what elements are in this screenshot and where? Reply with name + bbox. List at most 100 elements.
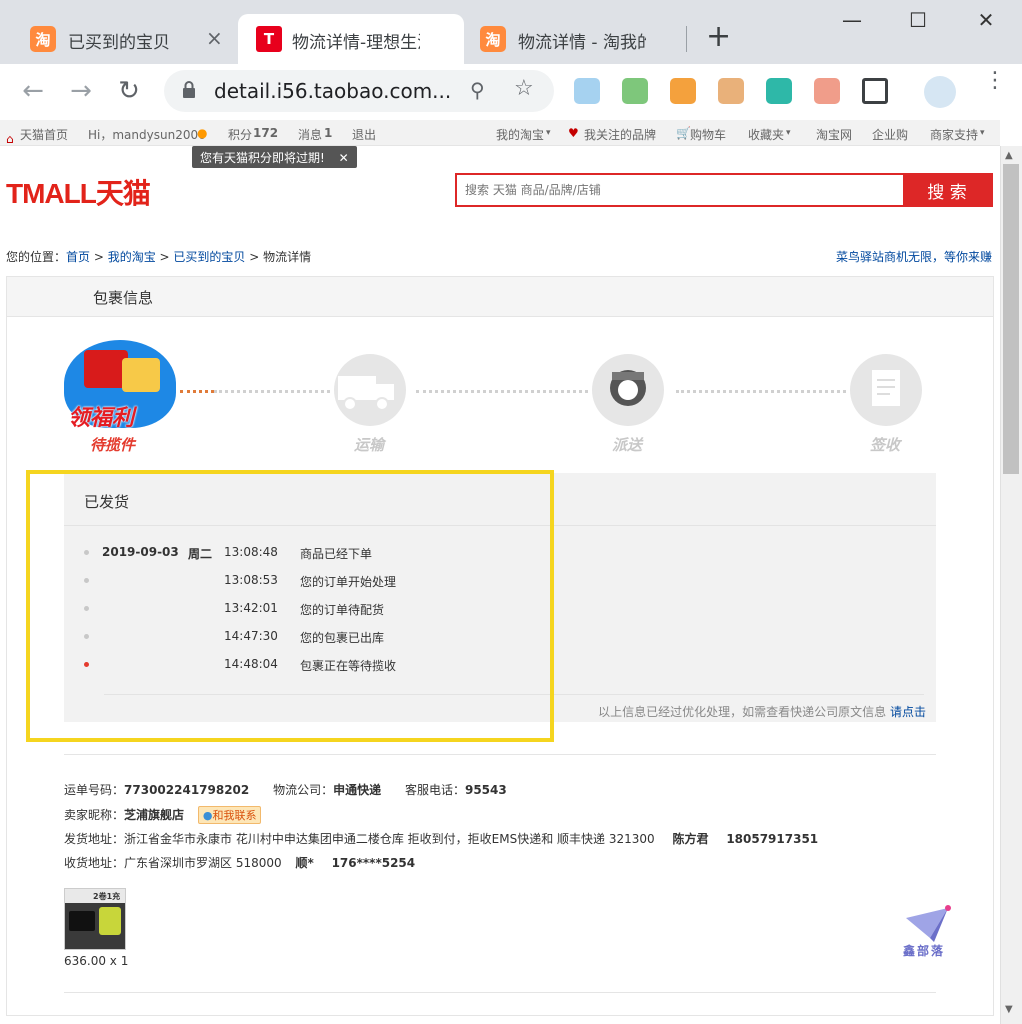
my-taobao-menu[interactable]: 我的淘宝 (496, 126, 544, 143)
chevron-down-icon: ▾ (980, 128, 985, 138)
contact-seller-label: 和我联系 (212, 809, 257, 822)
points-value[interactable]: 172 (253, 126, 278, 140)
courier-company: 申通快递 (333, 783, 382, 797)
from-label: 发货地址： (64, 832, 125, 846)
breadcrumb-bought-items[interactable]: 已买到的宝贝 (173, 250, 245, 264)
waybill-number: 773002241798202 (124, 783, 250, 797)
original-info-link[interactable]: 请点击 (890, 705, 926, 719)
to-label: 收货地址： (64, 856, 125, 870)
extension-capture-icon[interactable] (862, 78, 888, 104)
favorites-menu[interactable]: 收藏夹 (748, 126, 784, 143)
search-button[interactable]: 搜 索 (903, 175, 991, 205)
from-name: 陈方君 (672, 832, 709, 846)
bookmark-star-icon[interactable]: ☆ (514, 76, 534, 101)
back-arrow-icon[interactable]: ← (18, 76, 48, 106)
extension-check-icon[interactable] (622, 78, 648, 104)
seller-label: 卖家昵称： (64, 808, 125, 822)
extension-flower-icon[interactable] (670, 78, 696, 104)
breadcrumb-home[interactable]: 首页 (66, 250, 90, 264)
tab-logistics-tmall[interactable]: T 物流详情-理想生活上天猫 (238, 14, 464, 64)
truck-icon (334, 354, 406, 426)
tmall-favicon-icon: T (256, 26, 282, 52)
product-price-qty: 636.00 x 1 (64, 954, 129, 968)
courier-icon (592, 354, 664, 426)
from-address: 浙江省金华市永康市 花川村中申达集团申通二楼仓库 拒收到付，拒收EMS快递和 顺… (124, 832, 655, 846)
divider (64, 992, 936, 993)
progress-dots (214, 390, 330, 393)
browser-tab-bar: 淘 已买到的宝贝 × T 物流详情-理想生活上天猫 淘 物流详情 - 淘我的 +… (0, 0, 1022, 64)
tab-title: 已买到的宝贝 (68, 33, 170, 53)
contact-seller-button[interactable]: ●和我联系 (197, 806, 262, 824)
extension-share-icon[interactable] (766, 78, 792, 104)
progress-dots (676, 390, 846, 393)
to-name: 顺* (295, 856, 314, 870)
welfare-banner-text[interactable]: 领福利 (68, 400, 134, 432)
address-bar[interactable]: detail.i56.taobao.com... ⚲ ☆ (164, 70, 554, 112)
highlight-box (26, 470, 554, 742)
reload-icon[interactable]: ↻ (114, 76, 144, 106)
zoom-icon[interactable]: ⚲ (470, 78, 485, 102)
logout-link[interactable]: 退出 (352, 126, 376, 143)
browser-toolbar: ← → ↻ detail.i56.taobao.com... ⚲ ☆ ⋮ (0, 64, 1022, 120)
panel-title: 包裹信息 (93, 289, 154, 307)
tmall-logo[interactable]: TMALL天猫 (6, 172, 151, 212)
panel-header: 包裹信息 (7, 277, 993, 317)
progress-dots-active (180, 390, 214, 393)
step-label-delivery: 派送 (612, 436, 643, 454)
search-input[interactable] (465, 183, 895, 197)
messages-count[interactable]: 1 (324, 126, 332, 140)
progress-dots (416, 390, 588, 393)
tracking-note: 以上信息已经过优化处理，如需查看快递公司原文信息 请点击 (598, 703, 926, 720)
service-phone: 95543 (464, 783, 507, 797)
close-tooltip-icon[interactable]: ✕ (339, 151, 349, 165)
breadcrumb-prefix: 您的位置： (6, 250, 67, 264)
followed-brands-link[interactable]: 我关注的品牌 (584, 126, 656, 143)
profile-avatar[interactable] (924, 76, 956, 108)
vip-badge-icon: ● (197, 126, 208, 140)
from-phone: 18057917351 (726, 832, 819, 846)
maximize-icon[interactable]: ☐ (898, 8, 938, 38)
minimize-icon[interactable]: — (832, 8, 872, 38)
extension-box-icon[interactable] (718, 78, 744, 104)
heart-icon: ♥ (568, 126, 579, 140)
seller-row: 卖家昵称：芝浦旗舰店 ●和我联系 (64, 806, 262, 824)
scrollbar-thumb[interactable] (1003, 164, 1019, 474)
chevron-down-icon: ▾ (546, 128, 551, 138)
browser-menu-icon[interactable]: ⋮ (984, 70, 1006, 92)
extension-avatar-icon[interactable] (814, 78, 840, 104)
battery-icon (69, 911, 95, 931)
to-phone: 176****5254 (331, 856, 416, 870)
tmall-home-link[interactable]: 天猫首页 (20, 126, 68, 143)
breadcrumb-my-taobao[interactable]: 我的淘宝 (108, 250, 156, 264)
scroll-down-icon[interactable]: ▼ (1005, 1004, 1013, 1015)
extension-notes-icon[interactable] (574, 78, 600, 104)
tab-logistics-taobao[interactable]: 淘 物流详情 - 淘我的 (464, 14, 686, 64)
close-tab-icon[interactable]: × (206, 26, 223, 50)
cart-link[interactable]: 购物车 (690, 126, 726, 143)
tab-title: 物流详情 - 淘我的 (518, 33, 646, 53)
seller-name[interactable]: 芝浦旗舰店 (124, 808, 184, 822)
product-badge: 2卷1充 (93, 892, 121, 901)
messages-label[interactable]: 消息 (298, 126, 322, 143)
enterprise-link[interactable]: 企业购 (872, 126, 908, 143)
cart-icon: 🛒 (676, 126, 691, 140)
lock-icon (183, 81, 195, 98)
close-window-icon[interactable]: ✕ (966, 8, 1006, 38)
courier-box-icon (122, 358, 160, 392)
step-label-pickup: 待揽件 (90, 436, 136, 454)
user-greeting[interactable]: Hi，mandysun2006 (88, 126, 206, 143)
merchant-support-menu[interactable]: 商家支持 (930, 126, 978, 143)
tooltip-text: 您有天猫积分即将过期! (200, 151, 325, 165)
scroll-up-icon[interactable]: ▲ (1005, 150, 1013, 161)
taobao-link[interactable]: 淘宝网 (816, 126, 852, 143)
cainiao-promo-link[interactable]: 菜鸟驿站商机无限，等你来赚 (836, 248, 992, 265)
product-thumbnail[interactable]: 2卷1充 (64, 888, 126, 950)
url-text: detail.i56.taobao.com... (214, 79, 452, 103)
taobao-favicon-icon: 淘 (480, 26, 506, 52)
new-tab-button[interactable]: + (706, 22, 731, 52)
tab-bought-items[interactable]: 淘 已买到的宝贝 × (0, 14, 236, 64)
forward-arrow-icon[interactable]: → (66, 76, 96, 106)
points-label[interactable]: 积分 (228, 126, 252, 143)
tab-separator (686, 26, 687, 52)
site-top-nav: ⌂ 天猫首页 Hi，mandysun2006 ● 积分 172 消息 1 退出 … (0, 120, 1000, 146)
